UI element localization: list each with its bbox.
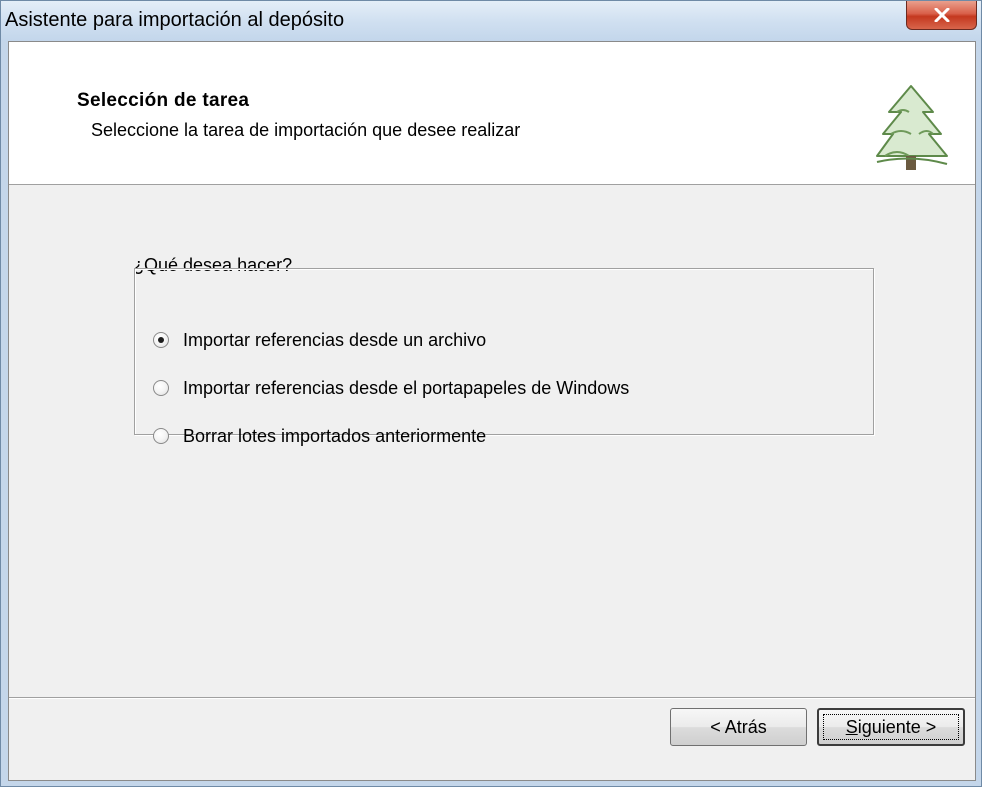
page-title: Selección de tarea xyxy=(77,90,250,111)
window-title: Asistente para importación al depósito xyxy=(5,9,345,31)
back-button-label: < Atrás xyxy=(710,716,767,737)
radio-import-clipboard[interactable] xyxy=(153,380,169,396)
title-bar[interactable]: Asistente para importación al depósito xyxy=(1,1,981,41)
option-label: Borrar lotes importados anteriormente xyxy=(183,425,487,446)
option-import-clipboard[interactable]: Importar referencias desde el portapapel… xyxy=(153,375,629,401)
radio-import-file[interactable] xyxy=(153,332,169,348)
option-label: Importar referencias desde un archivo xyxy=(183,329,487,350)
next-button[interactable]: Siguiente > xyxy=(817,708,965,746)
close-icon xyxy=(934,8,949,22)
radio-delete-batches[interactable] xyxy=(153,428,169,444)
wizard-window: Asistente para importación al depósito S… xyxy=(0,0,982,787)
wizard-header: Selección de tarea Seleccione la tarea d… xyxy=(9,42,975,185)
page-subtitle: Seleccione la tarea de importación que d… xyxy=(91,120,521,140)
option-delete-batches[interactable]: Borrar lotes importados anteriormente xyxy=(153,423,486,449)
option-label: Importar referencias desde el portapapel… xyxy=(183,377,630,398)
back-button[interactable]: < Atrás xyxy=(670,708,807,746)
tree-icon xyxy=(876,85,948,170)
footer-divider xyxy=(9,697,975,699)
option-import-file[interactable]: Importar referencias desde un archivo xyxy=(153,327,486,353)
wizard-client-area: Selección de tarea Seleccione la tarea d… xyxy=(8,41,976,781)
close-button[interactable] xyxy=(906,1,977,30)
next-button-label: Siguiente > xyxy=(845,716,937,737)
task-options-group: Importar referencias desde un archivo Im… xyxy=(134,268,874,446)
